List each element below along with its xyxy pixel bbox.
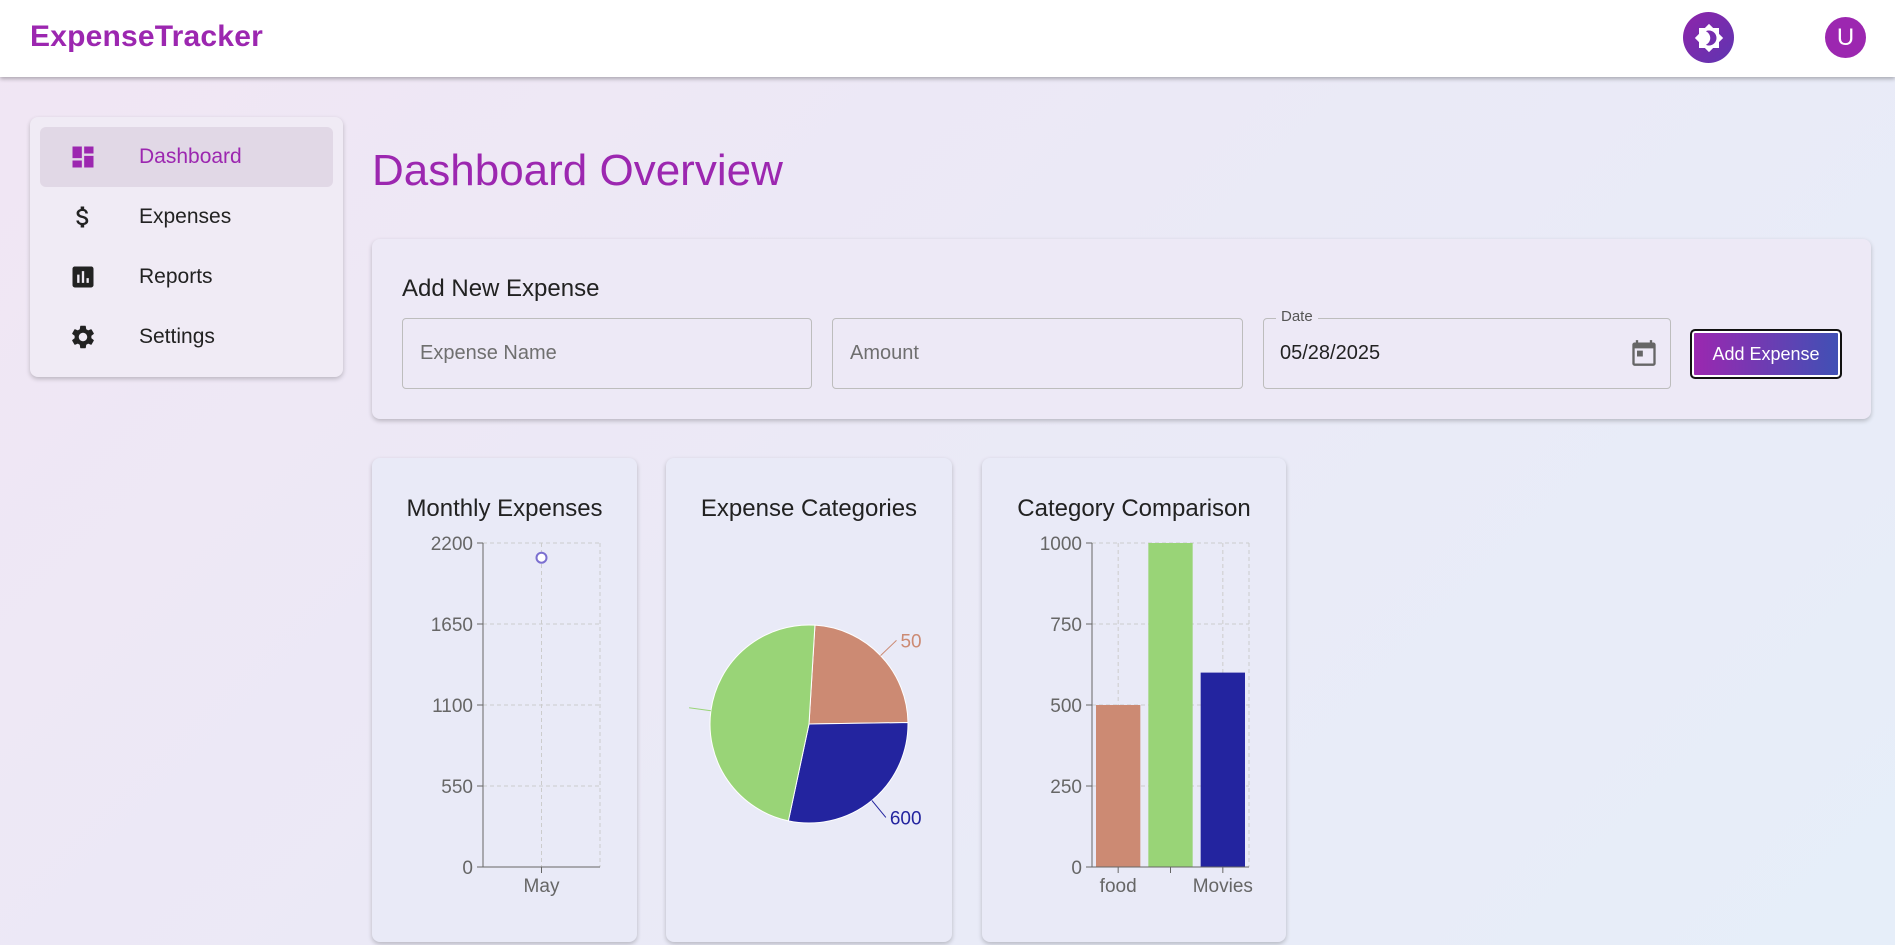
expense-categories-card: Expense Categories 50 600 — [666, 458, 952, 942]
slice-label-line — [871, 800, 887, 818]
y-tick-label: 1000 — [1040, 534, 1082, 555]
bar — [1148, 543, 1193, 867]
slice-label-line — [689, 707, 711, 712]
date-field[interactable]: Date 05/28/2025 — [1263, 308, 1671, 389]
y-tick-label: 550 — [441, 777, 473, 798]
avatar[interactable]: U — [1825, 17, 1866, 58]
date-label: Date — [1276, 308, 1318, 325]
dashboard-icon — [69, 143, 97, 171]
sidebar: Dashboard Expenses Reports Settings — [30, 117, 343, 377]
date-input[interactable]: 05/28/2025 — [1280, 342, 1380, 365]
sidebar-item-expenses[interactable]: Expenses — [40, 187, 333, 247]
slice-label: 600 — [890, 808, 922, 829]
x-tick-label: Movies — [1193, 876, 1253, 897]
x-tick-label: food — [1100, 876, 1137, 897]
category-comparison-chart: 0 250 500 750 1000 food Movies — [1040, 534, 1253, 897]
y-tick-label: 0 — [1071, 858, 1082, 879]
x-tick-label: May — [524, 876, 560, 897]
sidebar-item-label: Dashboard — [139, 145, 242, 168]
form-title: Add New Expense — [402, 275, 600, 302]
app-bar: ExpenseTracker U — [0, 0, 1895, 77]
bar — [1200, 672, 1245, 867]
pie-slice — [808, 624, 909, 725]
theme-toggle-button[interactable] — [1683, 12, 1734, 63]
expense-name-input[interactable] — [403, 319, 811, 388]
sidebar-item-reports[interactable]: Reports — [40, 247, 333, 307]
slice-label: 50 — [900, 631, 921, 652]
bar-chart-icon — [69, 263, 97, 291]
slice-label-line — [880, 640, 897, 656]
sidebar-item-settings[interactable]: Settings — [40, 307, 333, 367]
y-tick-label: 0 — [462, 858, 473, 879]
sidebar-item-label: Reports — [139, 265, 213, 288]
amount-field — [832, 318, 1243, 389]
calendar-icon[interactable] — [1630, 339, 1658, 372]
y-tick-label: 250 — [1050, 777, 1082, 798]
y-tick-label: 1650 — [431, 615, 473, 636]
gear-icon — [69, 323, 97, 351]
page-title: Dashboard Overview — [372, 146, 783, 195]
sidebar-item-dashboard[interactable]: Dashboard — [40, 127, 333, 187]
expense-name-field — [402, 318, 812, 389]
monthly-expenses-chart: 0 550 1100 1650 2200 May — [431, 534, 601, 897]
y-tick-label: 500 — [1050, 696, 1082, 717]
category-comparison-card: Category Comparison 0 250 500 750 1000 food Mo… — [982, 458, 1286, 942]
sidebar-item-label: Expenses — [139, 205, 232, 228]
dollar-icon — [69, 203, 97, 231]
bar — [1096, 705, 1141, 867]
add-expense-card: Add New Expense Date 05/28/2025 Add Expe… — [372, 239, 1871, 419]
sidebar-item-label: Settings — [139, 325, 215, 348]
amount-input[interactable] — [833, 319, 1242, 388]
y-tick-label: 1100 — [432, 696, 473, 717]
brightness-icon — [1694, 23, 1723, 52]
data-point — [535, 551, 548, 564]
y-tick-label: 750 — [1050, 615, 1082, 636]
y-tick-label: 2200 — [431, 534, 473, 555]
app-title[interactable]: ExpenseTracker — [30, 20, 263, 54]
expense-categories-chart: 50 600 — [689, 624, 922, 829]
monthly-expenses-card: Monthly Expenses 0 550 1100 1650 2200 May — [372, 458, 637, 942]
add-expense-button[interactable]: Add Expense — [1690, 329, 1842, 379]
